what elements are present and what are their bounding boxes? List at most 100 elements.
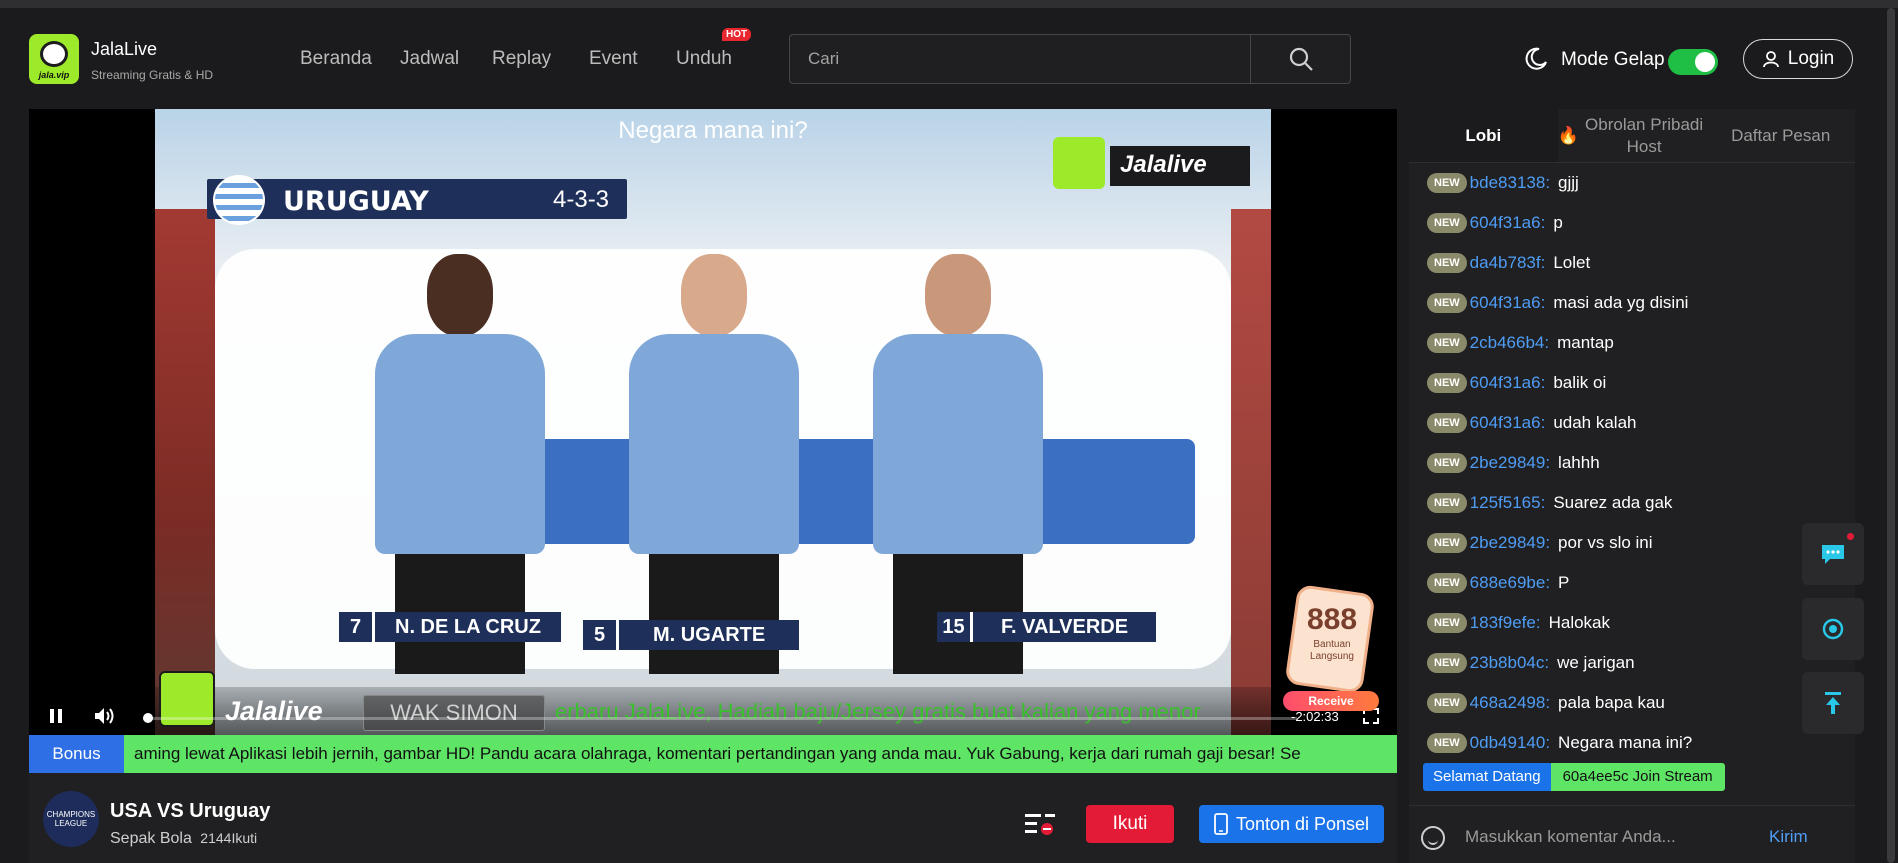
tab-private-chat-label: Obrolan Pribadi Host: [1585, 114, 1704, 156]
search-input[interactable]: Cari: [808, 49, 839, 69]
watch-on-phone-label: Tonton di Ponsel: [1235, 813, 1370, 834]
video-frame[interactable]: URUGUAY 4-3-3 Negara mana ini? Jalalive …: [155, 109, 1271, 735]
nav-replay[interactable]: Replay: [492, 48, 551, 70]
nav-beranda[interactable]: Beranda: [300, 48, 372, 70]
chat-panel: Lobi 🔥 Obrolan Pribadi Host Daftar Pesan …: [1409, 109, 1855, 863]
chat-separator: :: [1535, 613, 1541, 632]
brand-name[interactable]: JalaLive: [91, 39, 157, 60]
chat-username[interactable]: 2cb466b4: [1470, 333, 1545, 353]
support-float-button[interactable]: [1802, 598, 1864, 660]
follower-count: 2144Ikuti: [200, 830, 258, 846]
tab-private-chat[interactable]: 🔥 Obrolan Pribadi Host: [1558, 109, 1707, 162]
ticker-message: erbaru JalaLive, Hadiah baju/Jersey grat…: [555, 699, 1201, 724]
player-jersey: [629, 334, 799, 554]
chat-message: NEW 604f31a6: udah kalah: [1427, 410, 1637, 436]
ticker-brand: Jalalive: [225, 696, 323, 726]
chat-username[interactable]: 604f31a6: [1470, 413, 1541, 433]
stadium-right: [1231, 209, 1271, 735]
emoji-icon[interactable]: [1421, 826, 1445, 850]
chat-username[interactable]: 604f31a6: [1470, 293, 1541, 313]
chat-message: NEW 604f31a6: p: [1427, 210, 1563, 236]
chat-username[interactable]: da4b783f: [1470, 253, 1541, 273]
chat-username[interactable]: 2be29849: [1470, 453, 1546, 473]
chat-username[interactable]: 125f5165: [1470, 493, 1541, 513]
player-head: [925, 254, 991, 336]
chat-float-button[interactable]: [1802, 523, 1864, 585]
new-badge: NEW: [1427, 573, 1467, 593]
new-badge: NEW: [1427, 253, 1467, 273]
video-player[interactable]: URUGUAY 4-3-3 Negara mana ini? Jalalive …: [29, 109, 1397, 735]
announcement-bar: Bonus aming lewat Aplikasi lebih jernih,…: [29, 735, 1397, 773]
search-icon: [1289, 47, 1313, 71]
chat-message: NEW 604f31a6: balik oi: [1427, 370, 1606, 396]
match-title: USA VS Uruguay: [110, 800, 271, 822]
login-button[interactable]: Login: [1743, 39, 1853, 79]
new-badge: NEW: [1427, 173, 1467, 193]
follow-button[interactable]: Ikuti: [1086, 805, 1174, 843]
watch-on-phone-button[interactable]: Tonton di Ponsel: [1199, 805, 1384, 843]
volume-icon[interactable]: [93, 706, 115, 726]
dark-mode-toggle[interactable]: [1668, 49, 1718, 75]
send-button[interactable]: Kirim: [1769, 827, 1808, 847]
champions-league-logo: CHAMPIONS LEAGUE: [43, 791, 99, 847]
match-category: Sepak Bola: [110, 830, 192, 847]
chat-username[interactable]: 468a2498: [1470, 693, 1546, 713]
chat-username[interactable]: 23b8b04c: [1470, 653, 1545, 673]
chat-username[interactable]: 0db49140: [1470, 733, 1546, 753]
chat-username[interactable]: 604f31a6: [1470, 213, 1541, 233]
playlist-icon[interactable]: [1025, 812, 1055, 836]
receive-button[interactable]: Receive: [1283, 691, 1379, 711]
site-logo[interactable]: jala.vip: [29, 34, 79, 84]
team-name: URUGUAY: [283, 186, 429, 217]
progress-handle[interactable]: [143, 713, 153, 723]
chat-input-bar: Masukkan komentar Anda... Kirim: [1409, 805, 1855, 863]
chat-text: Negara mana ini?: [1558, 733, 1693, 752]
back-to-top-button[interactable]: [1802, 672, 1864, 734]
chat-username[interactable]: 604f31a6: [1470, 373, 1541, 393]
chat-message: NEW da4b783f: Lolet: [1427, 250, 1590, 276]
hot-badge: HOT: [722, 28, 752, 41]
page-scrollbar[interactable]: [1884, 8, 1898, 863]
pause-icon[interactable]: [47, 707, 65, 725]
chat-message: NEW 183f9efe: Halokak: [1427, 610, 1610, 636]
new-badge: NEW: [1427, 333, 1467, 353]
chat-username[interactable]: 688e69be: [1470, 573, 1546, 593]
chat-username[interactable]: 183f9efe: [1470, 613, 1536, 633]
chat-message: NEW 125f5165: Suarez ada gak: [1427, 490, 1672, 516]
browser-top-strip: [0, 0, 1898, 8]
nav-unduh[interactable]: Unduh: [676, 48, 732, 70]
nav-event[interactable]: Event: [589, 48, 638, 70]
chat-message: NEW bde83138: gjjj: [1427, 170, 1579, 196]
logo-domain: jala.vip: [38, 70, 70, 80]
chat-message: NEW 0db49140: Negara mana ini?: [1427, 730, 1692, 756]
chat-username[interactable]: bde83138: [1470, 173, 1546, 193]
tab-lobi[interactable]: Lobi: [1409, 109, 1558, 162]
stadium-left: [155, 209, 215, 735]
welcome-notice: Selamat Datang 60a4ee5c Join Stream: [1423, 763, 1725, 791]
chat-username[interactable]: 2be29849: [1470, 533, 1546, 553]
nav-jadwal[interactable]: Jadwal: [400, 48, 459, 70]
comment-input[interactable]: Masukkan komentar Anda...: [1465, 827, 1676, 847]
chat-text: masi ada yg disini: [1553, 293, 1689, 312]
new-badge: NEW: [1427, 373, 1467, 393]
scrollbar-thumb[interactable]: [1887, 8, 1895, 863]
tab-message-list[interactable]: Daftar Pesan: [1706, 109, 1855, 162]
player-figure-1: [365, 254, 555, 674]
chat-text: por vs slo ini: [1558, 533, 1653, 552]
gift-label: Bantuan Langsung: [1310, 639, 1354, 662]
new-badge: NEW: [1427, 733, 1467, 753]
chat-separator: :: [1540, 293, 1546, 312]
dark-mode-label: Mode Gelap: [1561, 49, 1665, 70]
gift-promo[interactable]: 888 Bantuan Langsung Receive: [1273, 584, 1391, 719]
bonus-label[interactable]: Bonus: [29, 735, 124, 773]
phone-icon: [1214, 813, 1228, 835]
player-name-plate: 15 F. VALVERDE: [937, 612, 1157, 642]
football-icon: [40, 41, 68, 67]
player-head: [427, 254, 493, 336]
search-button[interactable]: [1250, 35, 1350, 83]
site-header: jala.vip JalaLive Streaming Gratis & HD …: [0, 8, 1884, 108]
progress-bar[interactable]: [143, 713, 1297, 723]
chat-message: NEW 2be29849: por vs slo ini: [1427, 530, 1653, 556]
flame-icon: 🔥: [1557, 125, 1579, 145]
chat-message-list[interactable]: NEW bde83138: gjjj NEW 604f31a6: p NEW da4b783f…: [1409, 163, 1855, 787]
